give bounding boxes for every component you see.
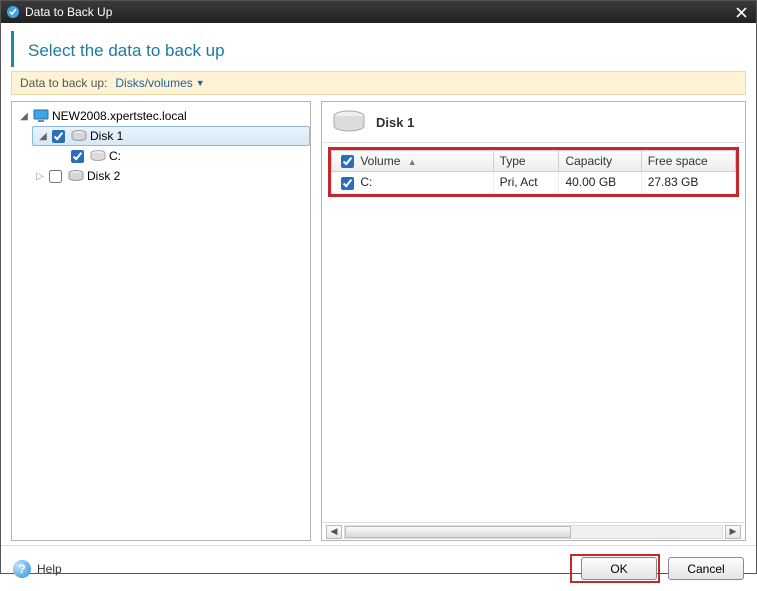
checkbox-all-volumes[interactable] bbox=[341, 155, 354, 168]
table-row[interactable]: C: Pri, Act 40.00 GB 27.83 GB bbox=[332, 172, 736, 193]
ok-button[interactable]: OK bbox=[581, 557, 657, 580]
scroll-right-button[interactable]: ▶ bbox=[725, 525, 741, 539]
disk-large-icon bbox=[332, 110, 366, 134]
horizontal-scrollbar[interactable]: ◀ ▶ bbox=[322, 522, 745, 540]
checkbox-row-c[interactable] bbox=[341, 177, 354, 190]
data-to-back-up-label: Data to back up: bbox=[20, 76, 107, 90]
scroll-left-button[interactable]: ◀ bbox=[326, 525, 342, 539]
main-area: ◢ NEW2008.xpertstec.local ◢ Disk 1 C: ▷ bbox=[11, 101, 746, 541]
computer-icon bbox=[33, 109, 49, 123]
data-type-dropdown[interactable]: Disks/volumes ▼ bbox=[115, 76, 204, 90]
col-type[interactable]: Type bbox=[493, 151, 559, 172]
details-pane: Disk 1 Volume ▲ Type Capacity Free space bbox=[321, 101, 746, 541]
cell-freespace: 27.83 GB bbox=[641, 172, 735, 193]
chevron-down-icon: ▼ bbox=[196, 78, 205, 88]
volume-icon bbox=[90, 150, 106, 162]
tree-label: C: bbox=[109, 149, 121, 163]
tree-label: Disk 2 bbox=[87, 169, 120, 183]
page-title: Select the data to back up bbox=[11, 31, 746, 67]
data-type-value: Disks/volumes bbox=[115, 76, 192, 90]
tree-node-volume-c[interactable]: C: bbox=[12, 146, 310, 166]
sort-asc-icon: ▲ bbox=[408, 157, 417, 167]
dialog-footer: ? Help OK Cancel bbox=[1, 545, 756, 591]
source-tree[interactable]: ◢ NEW2008.xpertstec.local ◢ Disk 1 C: ▷ bbox=[11, 101, 311, 541]
close-button[interactable] bbox=[730, 3, 752, 21]
details-header: Disk 1 bbox=[322, 102, 745, 143]
disk-icon bbox=[71, 130, 87, 142]
col-capacity[interactable]: Capacity bbox=[559, 151, 641, 172]
table-header-row: Volume ▲ Type Capacity Free space bbox=[332, 151, 736, 172]
scroll-thumb[interactable] bbox=[345, 526, 571, 538]
expander-icon[interactable]: ◢ bbox=[18, 111, 30, 122]
cell-capacity: 40.00 GB bbox=[559, 172, 641, 193]
app-icon bbox=[5, 4, 21, 20]
col-volume[interactable]: Volume ▲ bbox=[332, 151, 494, 172]
col-freespace[interactable]: Free space bbox=[641, 151, 735, 172]
volume-table-highlight: Volume ▲ Type Capacity Free space C: Pri… bbox=[328, 147, 739, 197]
checkbox-disk2[interactable] bbox=[49, 170, 62, 183]
checkbox-disk1[interactable] bbox=[52, 130, 65, 143]
checkbox-volume-c[interactable] bbox=[71, 150, 84, 163]
expander-icon[interactable]: ◢ bbox=[37, 131, 49, 142]
help-link[interactable]: ? Help bbox=[13, 560, 62, 578]
details-body bbox=[322, 201, 745, 522]
scroll-track[interactable] bbox=[344, 525, 723, 539]
tree-node-disk1[interactable]: ◢ Disk 1 bbox=[32, 126, 310, 146]
disk-icon bbox=[68, 170, 84, 182]
tree-label: Disk 1 bbox=[90, 129, 123, 143]
cell-type: Pri, Act bbox=[493, 172, 559, 193]
tree-node-computer[interactable]: ◢ NEW2008.xpertstec.local bbox=[12, 106, 310, 126]
details-title: Disk 1 bbox=[376, 115, 414, 130]
help-icon: ? bbox=[13, 560, 31, 578]
volume-table: Volume ▲ Type Capacity Free space C: Pri… bbox=[331, 150, 736, 194]
tree-label: NEW2008.xpertstec.local bbox=[52, 109, 187, 123]
expander-icon[interactable]: ▷ bbox=[34, 171, 46, 182]
tree-node-disk2[interactable]: ▷ Disk 2 bbox=[12, 166, 310, 186]
cancel-button[interactable]: Cancel bbox=[668, 557, 744, 580]
title-bar: Data to Back Up bbox=[1, 1, 756, 23]
data-to-back-up-bar: Data to back up: Disks/volumes ▼ bbox=[11, 71, 746, 95]
close-icon bbox=[736, 7, 747, 18]
help-label: Help bbox=[37, 562, 62, 576]
ok-highlight: OK bbox=[570, 554, 660, 583]
cell-volume: C: bbox=[360, 175, 372, 189]
window-title: Data to Back Up bbox=[25, 5, 730, 19]
